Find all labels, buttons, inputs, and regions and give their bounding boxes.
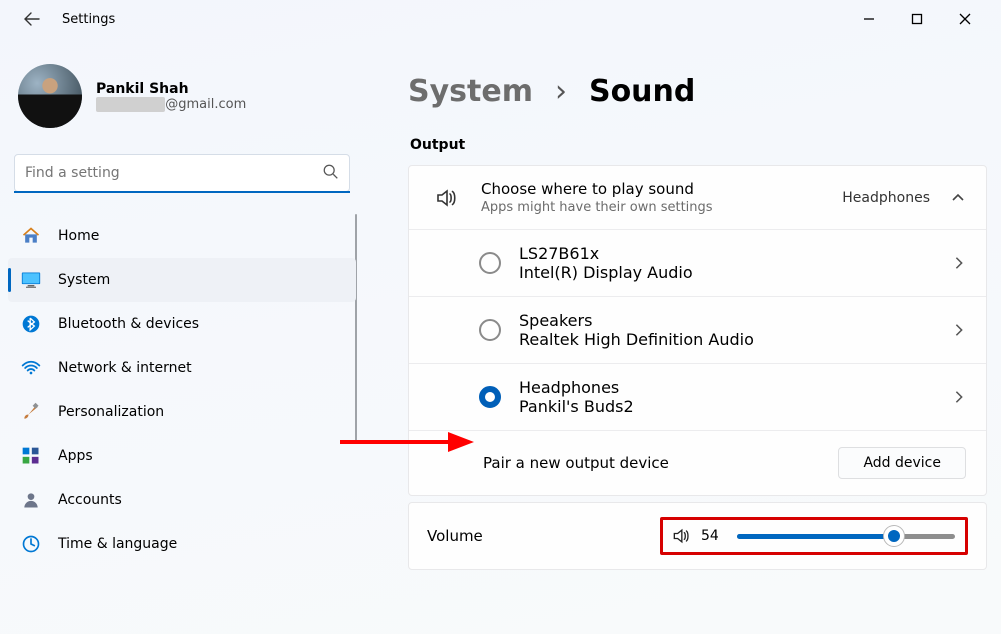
clock-globe-icon (20, 533, 42, 555)
choose-output-row[interactable]: Choose where to play sound Apps might ha… (409, 166, 986, 229)
sidebar-item-personalization[interactable]: Personalization (8, 390, 356, 434)
wifi-icon (20, 357, 42, 379)
sidebar-item-apps[interactable]: Apps (8, 434, 356, 478)
device-name: Headphones (519, 378, 952, 397)
radio-selected-icon[interactable] (479, 386, 501, 408)
sidebar-item-time-language[interactable]: Time & language (8, 522, 356, 566)
sidebar-item-label: Bluetooth & devices (58, 316, 199, 332)
user-name: Pankil Shah (96, 81, 246, 97)
choose-output-sub: Apps might have their own settings (481, 200, 842, 215)
brush-icon (20, 401, 42, 423)
volume-slider-thumb[interactable] (884, 526, 904, 546)
search-icon (322, 163, 340, 181)
pair-label: Pair a new output device (483, 454, 838, 472)
volume-slider[interactable] (737, 534, 955, 539)
sidebar-item-label: Apps (58, 448, 93, 464)
selected-device-summary: Headphones (842, 190, 930, 206)
output-section-label: Output (410, 137, 987, 153)
chevron-right-icon[interactable] (952, 323, 966, 337)
chevron-right-icon[interactable] (952, 390, 966, 404)
sidebar-item-bluetooth[interactable]: Bluetooth & devices (8, 302, 356, 346)
minimize-button[interactable] (863, 13, 889, 25)
breadcrumb-current: Sound (589, 74, 695, 109)
bluetooth-icon (20, 313, 42, 335)
pair-device-row: Pair a new output device Add device (409, 430, 986, 495)
system-icon (20, 269, 42, 291)
close-button[interactable] (959, 13, 985, 25)
window-controls (863, 13, 991, 25)
radio-icon[interactable] (479, 319, 501, 341)
device-row-headphones[interactable]: Headphones Pankil's Buds2 (409, 363, 986, 430)
breadcrumb: System › Sound (408, 74, 987, 109)
arrow-left-icon (24, 11, 40, 27)
home-icon (20, 225, 42, 247)
volume-value: 54 (701, 528, 727, 544)
device-row-ls27b61x[interactable]: LS27B61x Intel(R) Display Audio (409, 229, 986, 296)
titlebar: Settings (0, 0, 1001, 38)
device-row-speakers[interactable]: Speakers Realtek High Definition Audio (409, 296, 986, 363)
sidebar-item-label: System (58, 272, 110, 288)
search-focus-underline (14, 191, 350, 193)
person-icon (20, 489, 42, 511)
search-box[interactable] (14, 154, 350, 192)
speaker-icon (429, 186, 463, 210)
device-name: LS27B61x (519, 244, 952, 263)
app-title: Settings (62, 12, 115, 27)
sidebar-item-system[interactable]: System (8, 258, 356, 302)
maximize-button[interactable] (911, 13, 937, 25)
add-device-button[interactable]: Add device (838, 447, 966, 479)
chevron-right-icon: › (555, 74, 567, 109)
avatar (18, 64, 82, 128)
sidebar-item-label: Personalization (58, 404, 164, 420)
chevron-up-icon (950, 190, 966, 206)
breadcrumb-parent[interactable]: System (408, 74, 533, 109)
sidebar-item-label: Time & language (58, 536, 177, 552)
volume-icon[interactable] (671, 526, 691, 546)
volume-slider-fill (737, 534, 894, 539)
search-input[interactable] (14, 154, 350, 192)
device-sub: Pankil's Buds2 (519, 397, 952, 416)
device-sub: Realtek High Definition Audio (519, 330, 952, 349)
volume-label: Volume (427, 527, 660, 545)
volume-highlight-box: 54 (660, 517, 968, 555)
nav-list: Home System Bluetooth & devices Network … (8, 214, 356, 566)
output-card: Choose where to play sound Apps might ha… (408, 165, 987, 496)
radio-icon[interactable] (479, 252, 501, 274)
volume-card: Volume 54 (408, 502, 987, 570)
choose-output-title: Choose where to play sound (481, 180, 842, 198)
sidebar-item-home[interactable]: Home (8, 214, 356, 258)
device-name: Speakers (519, 311, 952, 330)
back-button[interactable] (16, 3, 48, 35)
sidebar-item-label: Accounts (58, 492, 122, 508)
user-email: xxxxxxxxx@gmail.com (96, 97, 246, 112)
main-pane: System › Sound Output Choose where to pl… (364, 38, 1001, 634)
chevron-right-icon[interactable] (952, 256, 966, 270)
sidebar-item-label: Home (58, 228, 99, 244)
user-block[interactable]: Pankil Shah xxxxxxxxx@gmail.com (8, 56, 356, 146)
apps-icon (20, 445, 42, 467)
device-sub: Intel(R) Display Audio (519, 263, 952, 282)
sidebar-item-label: Network & internet (58, 360, 192, 376)
sidebar-item-network[interactable]: Network & internet (8, 346, 356, 390)
sidebar-item-accounts[interactable]: Accounts (8, 478, 356, 522)
sidebar: Pankil Shah xxxxxxxxx@gmail.com Home Sys… (0, 38, 364, 634)
